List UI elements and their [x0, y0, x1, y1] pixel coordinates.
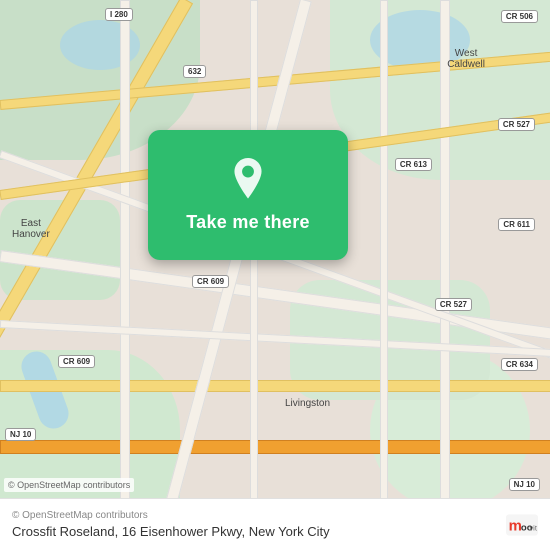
route-badge-cr611: CR 611	[498, 218, 535, 231]
bottom-left: © OpenStreetMap contributors Crossfit Ro…	[12, 510, 496, 539]
route-badge-cr609b: CR 609	[58, 355, 95, 368]
map-background: WestCaldwell EastHanover Livingston I 28…	[0, 0, 550, 550]
map-container: WestCaldwell EastHanover Livingston I 28…	[0, 0, 550, 550]
route-badge-nj10-right: NJ 10	[509, 478, 540, 491]
moovit-logo-icon: m oo vit	[506, 509, 538, 541]
location-pin-icon	[226, 158, 270, 202]
route-badge-cr609: CR 609	[192, 275, 229, 288]
route-badge-cr634: CR 634	[501, 358, 538, 371]
route-badge-nj10-left: NJ 10	[5, 428, 36, 441]
route-badge-cr506: CR 506	[501, 10, 538, 23]
svg-text:m: m	[509, 517, 522, 534]
take-me-there-button[interactable]: Take me there	[148, 130, 348, 260]
bottom-bar: © OpenStreetMap contributors Crossfit Ro…	[0, 498, 550, 550]
map-attribution: © OpenStreetMap contributors	[4, 478, 134, 492]
map-road	[0, 380, 550, 392]
map-road	[0, 440, 550, 454]
svg-text:vit: vit	[529, 523, 537, 532]
route-badge-cr527-bot: CR 527	[435, 298, 472, 311]
map-road	[440, 0, 450, 550]
route-badge-i280: I 280	[105, 8, 133, 21]
take-me-there-label: Take me there	[186, 212, 310, 233]
location-name: Crossfit Roseland, 16 Eisenhower Pkwy, N…	[12, 524, 496, 539]
map-road	[380, 0, 388, 550]
map-road	[250, 0, 258, 550]
map-road	[120, 0, 130, 550]
route-badge-cr632: 632	[183, 65, 206, 78]
place-label-livingston: Livingston	[285, 398, 330, 409]
place-label-west-caldwell: WestCaldwell	[447, 48, 485, 70]
moovit-logo: m oo vit	[506, 509, 538, 541]
route-badge-cr527-top: CR 527	[498, 118, 535, 131]
osm-attribution: © OpenStreetMap contributors	[12, 510, 496, 521]
route-badge-cr613: CR 613	[395, 158, 432, 171]
place-label-east-hanover: EastHanover	[12, 218, 50, 240]
